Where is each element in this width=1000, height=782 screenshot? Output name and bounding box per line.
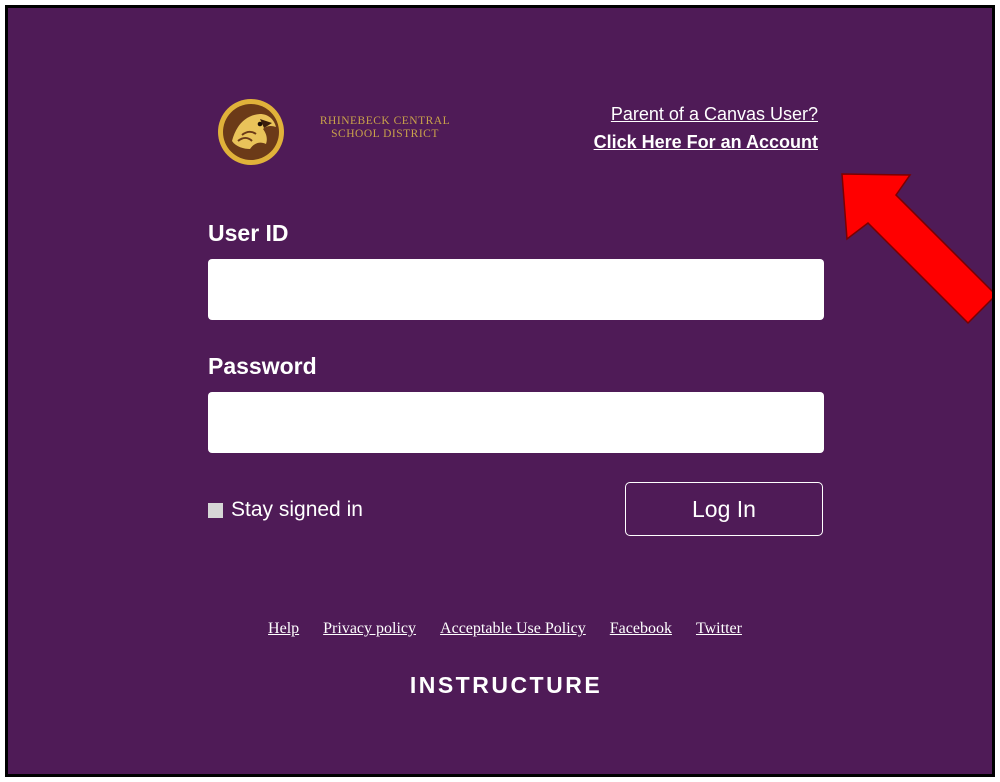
hawk-emblem-icon bbox=[218, 99, 284, 165]
footer-links: Help Privacy policy Acceptable Use Polic… bbox=[13, 620, 992, 638]
userid-label: User ID bbox=[208, 220, 289, 246]
parent-of-canvas-user-link[interactable]: Parent of a Canvas User? bbox=[611, 104, 818, 125]
stay-signed-in-label: Stay signed in bbox=[231, 498, 363, 521]
login-button[interactable]: Log In bbox=[625, 482, 823, 536]
school-logo: RHINEBECK CENTRAL SCHOOL DISTRICT bbox=[216, 97, 496, 172]
stay-signed-in-checkbox[interactable] bbox=[208, 502, 223, 518]
userid-input[interactable] bbox=[208, 259, 824, 320]
footer-link-help[interactable]: Help bbox=[268, 620, 299, 638]
footer-link-facebook[interactable]: Facebook bbox=[610, 620, 672, 638]
school-name: RHINEBECK CENTRAL SCHOOL DISTRICT bbox=[295, 115, 475, 141]
password-label: Password bbox=[208, 353, 317, 379]
footer-link-acceptable-use-policy[interactable]: Acceptable Use Policy bbox=[440, 620, 586, 638]
password-input[interactable] bbox=[208, 392, 824, 453]
footer-link-privacy-policy[interactable]: Privacy policy bbox=[323, 620, 416, 638]
footer-link-twitter[interactable]: Twitter bbox=[696, 620, 742, 638]
instructure-wordmark: INSTRUCTURE bbox=[409, 672, 603, 698]
login-page: RHINEBECK CENTRAL SCHOOL DISTRICT Parent… bbox=[5, 5, 995, 777]
school-name-line1: RHINEBECK CENTRAL bbox=[319, 115, 451, 127]
red-arrow-icon bbox=[841, 173, 992, 325]
parent-account-link[interactable]: Click Here For an Account bbox=[594, 132, 818, 153]
stay-signed-in[interactable]: Stay signed in bbox=[208, 498, 363, 522]
school-name-line2: SCHOOL DISTRICT bbox=[331, 128, 439, 140]
